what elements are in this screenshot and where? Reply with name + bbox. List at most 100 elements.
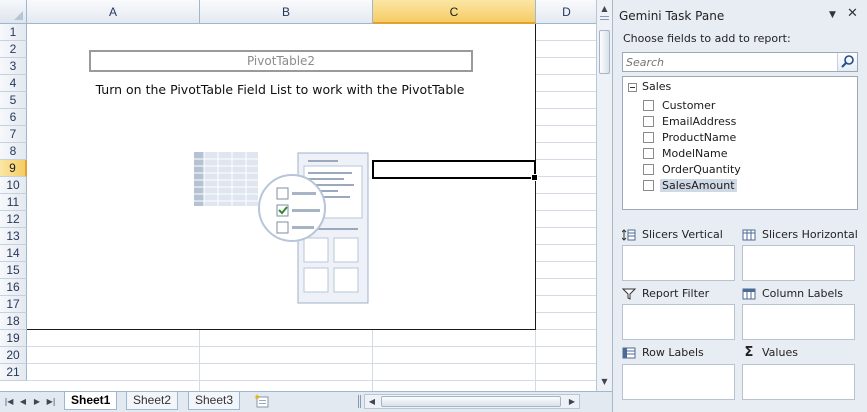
field-item[interactable]: ModelName <box>643 145 729 161</box>
row-header-16[interactable]: 16 <box>0 279 27 296</box>
insert-sheet-icon[interactable] <box>254 394 270 408</box>
field-item[interactable]: SalesAmount <box>643 177 737 193</box>
report-filter-drop-area[interactable] <box>622 304 735 340</box>
table-node-sales[interactable]: Sales <box>642 80 671 93</box>
row-header-3[interactable]: 3 <box>0 58 27 75</box>
pane-options-icon[interactable]: ▼ <box>829 10 836 20</box>
field-label: SalesAmount <box>660 178 737 192</box>
row-header-17[interactable]: 17 <box>0 296 27 313</box>
scroll-up-icon[interactable]: ▲ <box>597 2 612 16</box>
values-label: Σ Values <box>742 344 798 360</box>
column-labels-text: Column Labels <box>762 287 844 300</box>
row-header-1[interactable]: 1 <box>0 24 27 41</box>
pane-title: Gemini Task Pane <box>619 9 725 23</box>
column-labels-icon <box>742 288 756 299</box>
row-labels-label: Row Labels <box>622 346 704 359</box>
field-list: Sales Customer EmailAddress ProductName Mod… <box>622 76 858 210</box>
scroll-right-icon[interactable]: ▶ <box>565 395 579 408</box>
column-labels-label: Column Labels <box>742 287 843 300</box>
row-header-15[interactable]: 15 <box>0 262 27 279</box>
field-checkbox[interactable] <box>643 131 654 143</box>
search-icon <box>841 55 854 68</box>
first-sheet-icon[interactable]: |◀ <box>4 396 14 408</box>
row-header-14[interactable]: 14 <box>0 245 27 262</box>
row-header-13[interactable]: 13 <box>0 228 27 245</box>
values-drop-area[interactable] <box>742 364 855 400</box>
row-gridline <box>27 380 596 381</box>
row-header-6[interactable]: 6 <box>0 109 27 126</box>
pivot-field-list-illustration <box>194 152 369 304</box>
column-header-d[interactable]: D <box>536 0 596 24</box>
search-button[interactable] <box>837 53 857 71</box>
row-header-9[interactable]: 9 <box>0 160 27 177</box>
tab-sheet2[interactable]: Sheet2 <box>126 392 179 410</box>
column-labels-drop-area[interactable] <box>742 304 855 340</box>
row-header-8[interactable]: 8 <box>0 143 27 160</box>
pivot-table-name: PivotTable2 <box>89 50 473 72</box>
filter-icon <box>622 288 636 300</box>
report-filter-text: Report Filter <box>642 287 710 300</box>
slicers-vertical-icon <box>622 228 636 241</box>
scroll-left-icon[interactable]: ◀ <box>365 395 379 408</box>
split-handle-icon[interactable] <box>600 16 609 20</box>
slicers-vertical-drop-area[interactable] <box>622 245 735 281</box>
row-labels-text: Row Labels <box>642 346 704 359</box>
vertical-scroll-thumb[interactable] <box>599 30 610 74</box>
choose-fields-label: Choose fields to add to report: <box>623 32 791 45</box>
field-checkbox[interactable] <box>643 179 654 191</box>
spreadsheet-grid[interactable]: A B C D 1 2 3 4 5 6 7 8 9 10 11 12 13 14 15 16 17 18 19 20 2… <box>0 0 596 391</box>
row-header-5[interactable]: 5 <box>0 92 27 109</box>
field-checkbox[interactable] <box>643 147 654 159</box>
row-labels-icon <box>622 347 636 358</box>
row-labels-drop-area[interactable] <box>622 364 735 400</box>
row-header-19[interactable]: 19 <box>0 330 27 347</box>
field-item[interactable]: EmailAddress <box>643 113 738 129</box>
row-header-2[interactable]: 2 <box>0 41 27 58</box>
row-header-18[interactable]: 18 <box>0 313 27 330</box>
row-header-21[interactable]: 21 <box>0 364 27 381</box>
vertical-scrollbar[interactable]: ▲ ▼ <box>596 0 612 391</box>
last-sheet-icon[interactable]: ▶| <box>46 396 56 408</box>
field-checkbox[interactable] <box>643 115 654 127</box>
prev-sheet-icon[interactable]: ◀ <box>18 396 28 408</box>
field-checkbox[interactable] <box>643 99 654 111</box>
column-header-a[interactable]: A <box>27 0 200 24</box>
tab-sheet3[interactable]: Sheet3 <box>188 392 241 410</box>
active-cell-c9[interactable] <box>372 160 538 181</box>
field-item[interactable]: OrderQuantity <box>643 161 743 177</box>
pane-close-icon[interactable]: ✕ <box>847 6 858 21</box>
field-label: EmailAddress <box>662 114 737 128</box>
field-checkbox[interactable] <box>643 163 654 175</box>
row-gridline <box>27 363 596 364</box>
row-header-7[interactable]: 7 <box>0 126 27 143</box>
field-label: OrderQuantity <box>662 162 741 176</box>
horizontal-scroll-thumb[interactable] <box>381 396 561 407</box>
tab-split-handle[interactable] <box>358 395 361 408</box>
select-all-corner[interactable] <box>0 0 27 24</box>
slicers-horizontal-text: Slicers Horizontal <box>762 228 858 241</box>
pivot-table-hint: Turn on the PivotTable Field List to wor… <box>95 82 465 97</box>
column-header-b[interactable]: B <box>200 0 373 24</box>
row-header-4[interactable]: 4 <box>0 75 27 92</box>
slicers-vertical-label: Slicers Vertical <box>622 228 723 241</box>
field-item[interactable]: ProductName <box>643 129 738 145</box>
column-header-c[interactable]: C <box>373 0 536 24</box>
field-item[interactable]: Customer <box>643 97 717 113</box>
values-text: Values <box>762 346 798 359</box>
slicers-horizontal-drop-area[interactable] <box>742 245 855 281</box>
field-search-input[interactable] <box>623 53 835 71</box>
row-header-11[interactable]: 11 <box>0 194 27 211</box>
horizontal-scrollbar[interactable]: ◀ ▶ <box>364 394 580 409</box>
slicers-vertical-text: Slicers Vertical <box>642 228 723 241</box>
report-filter-label: Report Filter <box>622 287 709 300</box>
row-header-10[interactable]: 10 <box>0 177 27 194</box>
tab-sheet1[interactable]: Sheet1 <box>64 392 118 410</box>
next-sheet-icon[interactable]: ▶ <box>32 396 42 408</box>
slicers-horizontal-icon <box>742 229 756 240</box>
field-label: ProductName <box>662 130 737 144</box>
row-header-12[interactable]: 12 <box>0 211 27 228</box>
row-header-20[interactable]: 20 <box>0 347 27 364</box>
collapse-icon[interactable] <box>628 83 637 92</box>
sigma-icon: Σ <box>744 344 754 360</box>
scroll-down-icon[interactable]: ▼ <box>597 375 612 389</box>
